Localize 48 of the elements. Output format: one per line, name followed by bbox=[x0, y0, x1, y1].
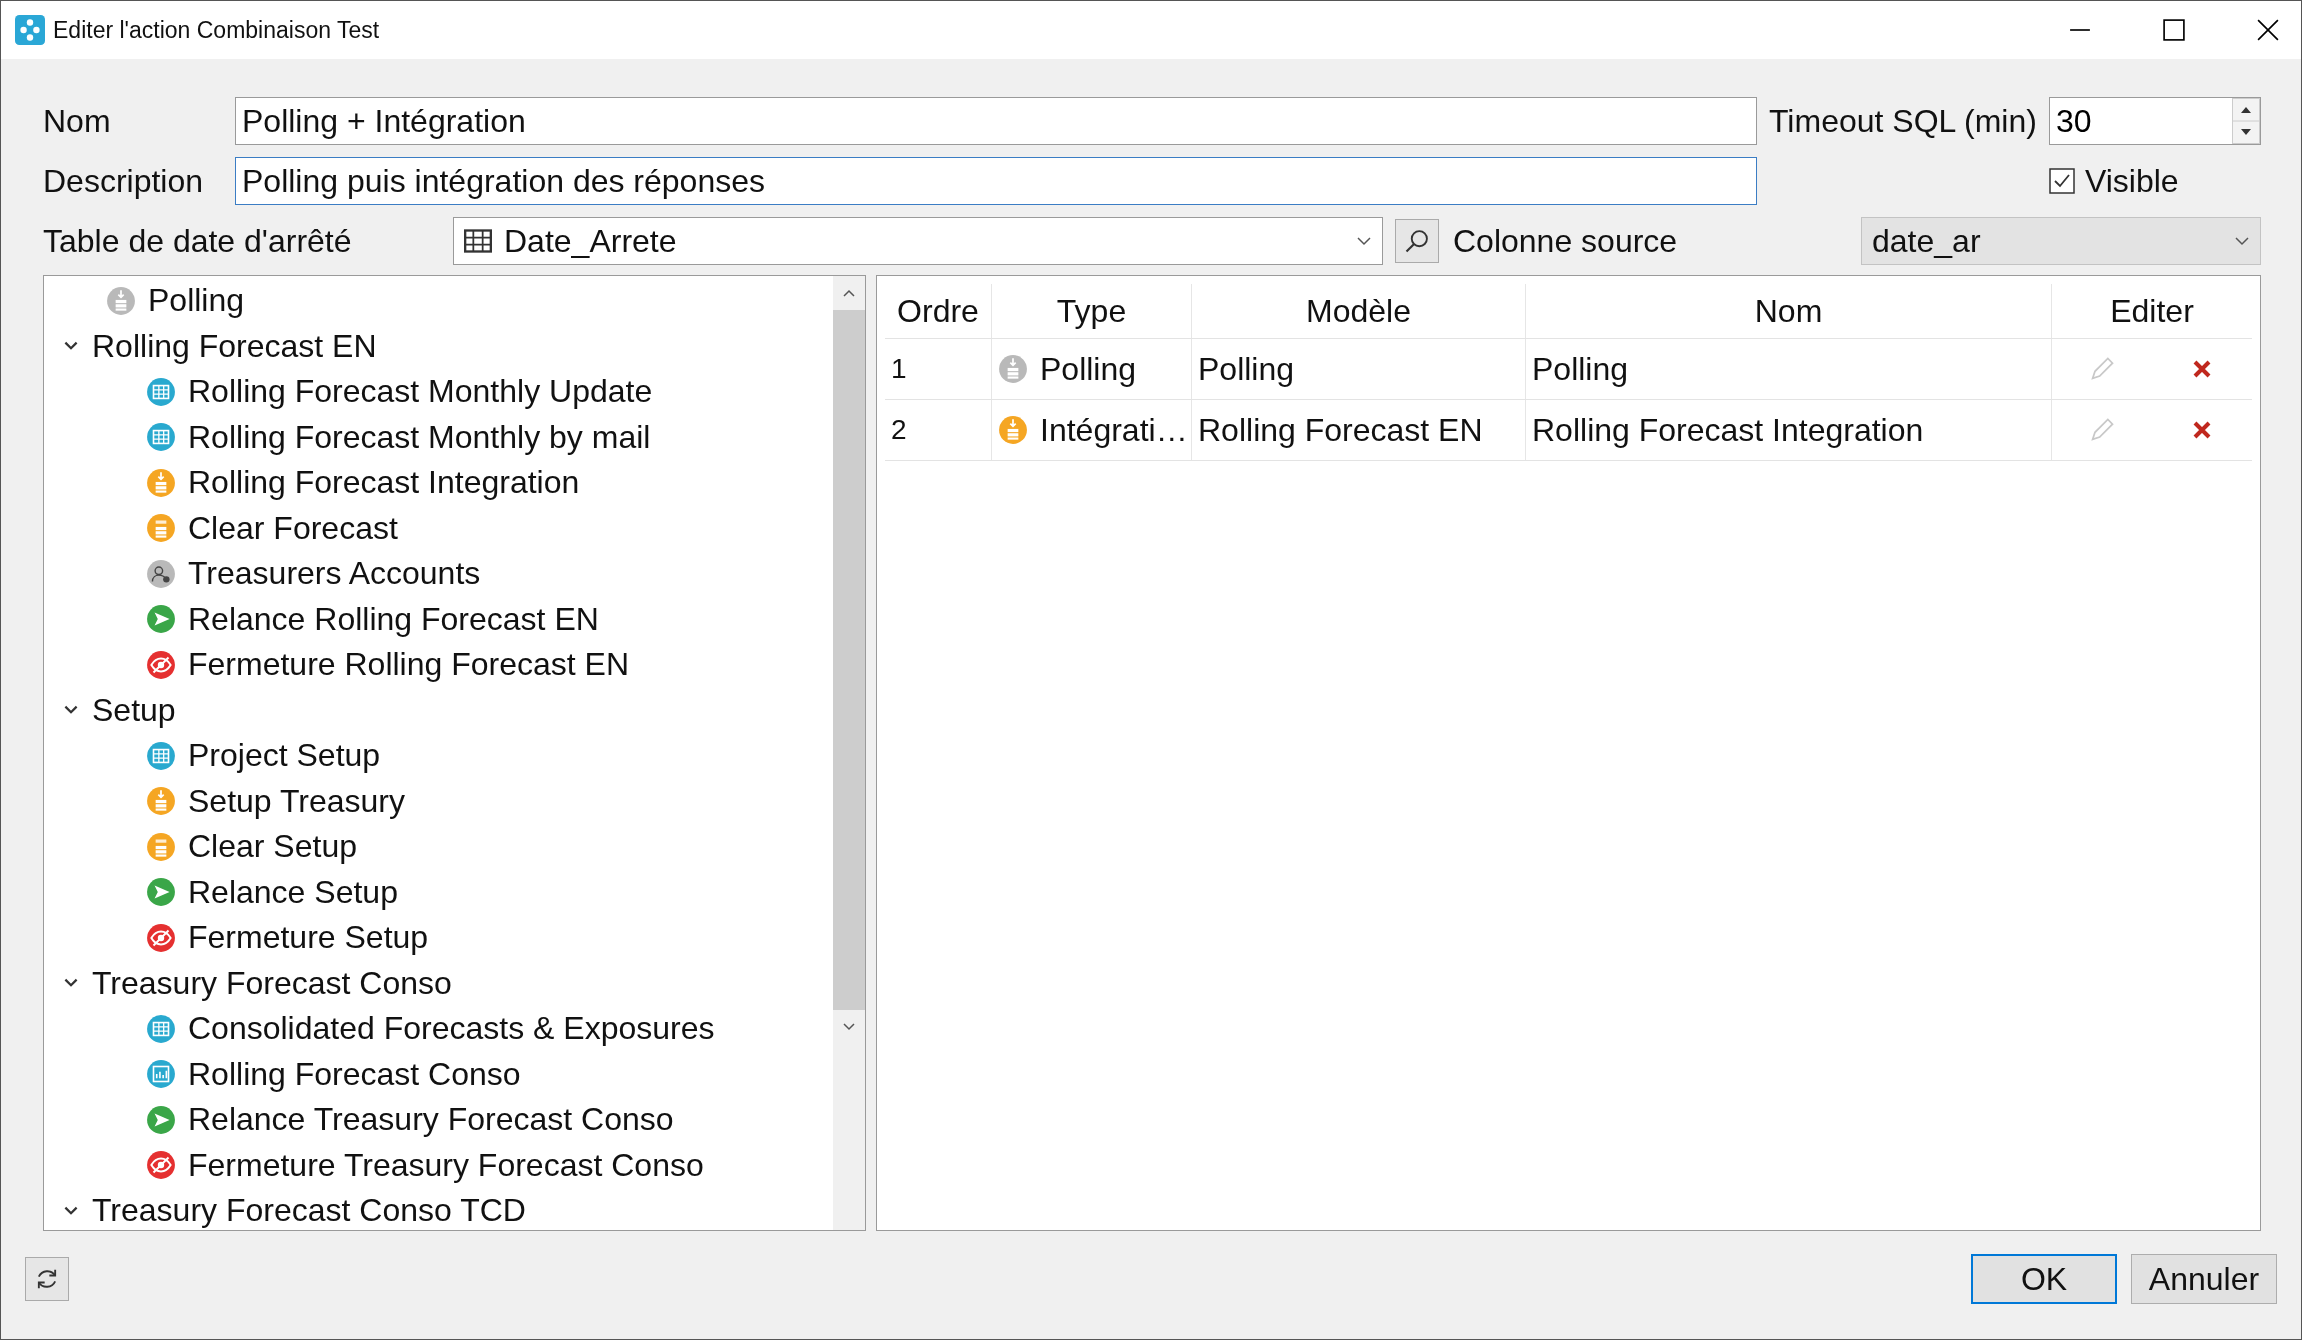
table-cell: Polling bbox=[1040, 350, 1137, 388]
tree-item[interactable]: Consolidated Forecasts & Exposures bbox=[188, 1010, 715, 1048]
column-header[interactable]: Ordre bbox=[885, 284, 992, 338]
column-header[interactable]: Type bbox=[992, 284, 1192, 338]
checkbox-label: Visible bbox=[2084, 162, 2179, 200]
tree-item[interactable]: Fermeture Setup bbox=[188, 919, 429, 957]
field-label: Table de date d'arrêté bbox=[43, 222, 353, 260]
field-label: Nom bbox=[43, 102, 112, 140]
tree-item[interactable]: Rolling Forecast Conso bbox=[188, 1055, 521, 1093]
tree-item[interactable]: Rolling Forecast EN bbox=[92, 327, 377, 365]
name-field[interactable]: Polling + Intégration bbox=[235, 97, 1757, 145]
tree-item[interactable]: Fermeture Treasury Forecast Conso bbox=[188, 1146, 704, 1184]
table-cell: Intégrati… bbox=[1040, 411, 1188, 449]
tree-item[interactable]: Rolling Forecast Integration bbox=[188, 464, 580, 502]
field-label: Timeout SQL (min) bbox=[1769, 102, 2037, 140]
tree-item[interactable]: Setup bbox=[92, 691, 176, 729]
tree-item[interactable]: Clear Setup bbox=[188, 828, 357, 866]
table-cell: Rolling Forecast Integration bbox=[1526, 400, 2052, 460]
table-cell: Polling bbox=[1526, 339, 2052, 399]
table-cell: 1 bbox=[885, 339, 992, 399]
table-cell: 2 bbox=[885, 400, 992, 460]
description-field[interactable]: Polling puis intégration des réponses bbox=[235, 157, 1757, 205]
tree-item[interactable]: Treasury Forecast Conso TCD bbox=[92, 1192, 526, 1230]
window-title: Editer l'action Combinaison Test bbox=[53, 16, 380, 44]
column-header[interactable]: Nom bbox=[1526, 284, 2052, 338]
tree-item[interactable]: Relance Treasury Forecast Conso bbox=[188, 1101, 674, 1139]
tree-item[interactable]: Treasury Forecast Conso bbox=[92, 964, 452, 1002]
tree-item[interactable]: Clear Forecast bbox=[188, 509, 398, 547]
tree-item[interactable]: Project Setup bbox=[188, 737, 381, 775]
field-label: Colonne source bbox=[1453, 222, 1678, 260]
date-table-dropdown[interactable]: Date_Arrete bbox=[453, 217, 1383, 265]
tree-item[interactable]: Relance Setup bbox=[188, 873, 398, 911]
tree-item[interactable]: Fermeture Rolling Forecast EN bbox=[188, 646, 630, 684]
cancel-button[interactable]: Annuler bbox=[2131, 1254, 2277, 1304]
source-column-dropdown[interactable]: date_ar bbox=[1861, 217, 2261, 265]
timeout-spinbox[interactable]: 30 bbox=[2048, 97, 2261, 145]
tree-item[interactable]: Treasurers Accounts bbox=[188, 555, 481, 593]
ok-button[interactable]: OK bbox=[1971, 1254, 2117, 1304]
table-cell: Polling bbox=[1192, 339, 1526, 399]
tree-item[interactable]: Relance Rolling Forecast EN bbox=[188, 600, 599, 638]
tree-item[interactable]: Rolling Forecast Monthly Update bbox=[188, 373, 653, 411]
tree-item[interactable]: Rolling Forecast Monthly by mail bbox=[188, 418, 651, 456]
tree-item[interactable]: Setup Treasury bbox=[188, 782, 405, 820]
table-cell: Rolling Forecast EN bbox=[1192, 400, 1526, 460]
column-header[interactable]: Editer bbox=[2052, 284, 2252, 338]
field-label: Description bbox=[43, 162, 205, 200]
tree-item[interactable]: Polling bbox=[148, 282, 245, 320]
column-header[interactable]: Modèle bbox=[1192, 284, 1526, 338]
